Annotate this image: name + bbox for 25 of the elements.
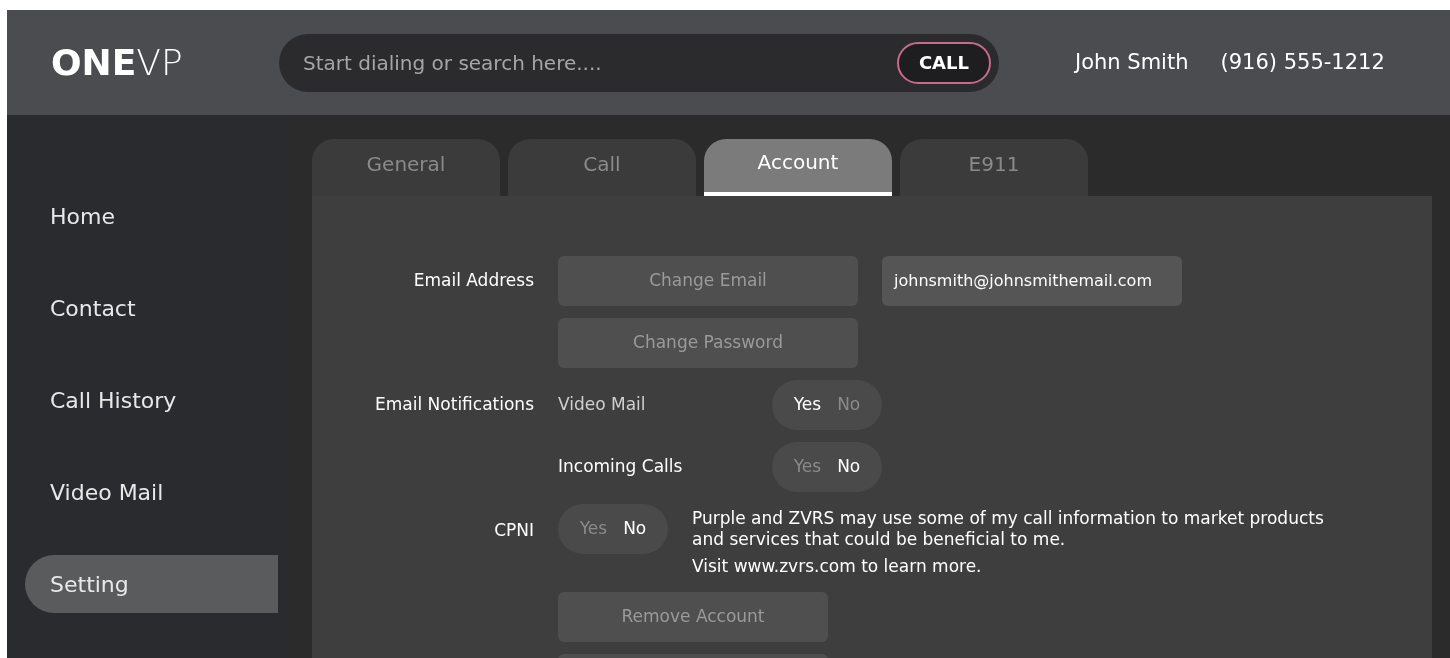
sidebar-item[interactable]: Call History [7,371,278,429]
search-field[interactable]: Start dialing or search here.... CALL [279,33,999,92]
sidebar-item[interactable]: Setting [25,555,278,613]
field-label: CPNI [493,519,534,542]
sidebar-item[interactable]: Contact [7,279,278,337]
sidebar-item[interactable]: Home [7,187,278,245]
notification-label: Video Mail [558,393,647,417]
user-name: John Smith [1075,48,1189,76]
yes-no-toggle[interactable]: Yes No [558,504,668,554]
yes-no-toggle[interactable]: Yes No [772,380,882,430]
toggle-option[interactable]: No [623,516,647,542]
settings-tab[interactable]: Account [704,139,892,196]
cpni-link-text: Visit www.zvrs.com to learn more. [692,555,983,578]
logo: ONEVP [51,44,184,81]
call-button[interactable]: CALL [896,41,991,84]
sidebar-item[interactable]: Video Mail [7,463,278,521]
yes-no-toggle[interactable]: Yes No [772,442,882,492]
email-field[interactable]: johnsmith@johnsmithemail.com [882,256,1182,306]
field-label: Email Address [412,269,534,293]
toggle-option[interactable]: No [837,454,861,480]
cpni-description: Purple and ZVRS may use some of my call information to market products and services that could be beneficial to me. [692,508,1325,550]
phone-number: (916) 555-1212 [1220,48,1385,76]
notification-label: Incoming Calls [558,455,684,479]
field-label: Email Notifications [374,393,534,417]
toggle-option[interactable]: Yes [793,392,822,418]
